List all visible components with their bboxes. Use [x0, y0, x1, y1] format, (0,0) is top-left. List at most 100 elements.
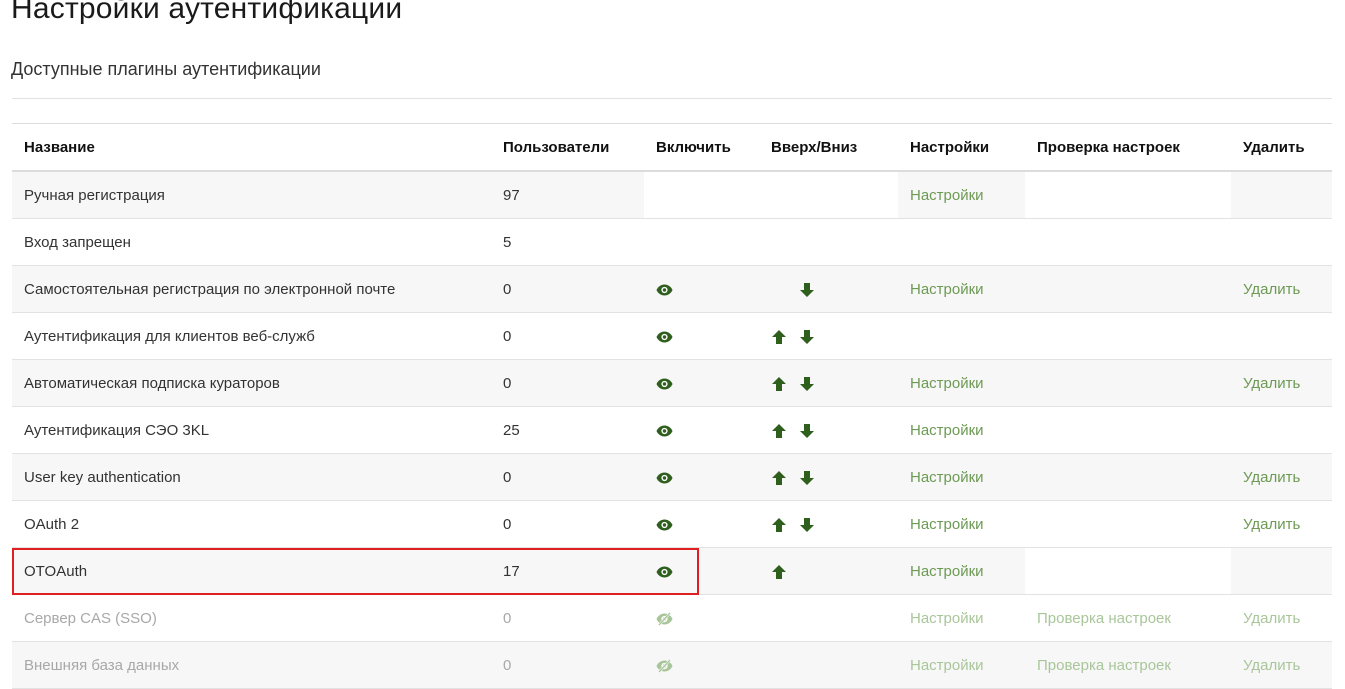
plugin-name: Сервер CAS (SSO) — [12, 594, 491, 642]
updown-cell — [759, 265, 898, 313]
arrow-up-icon[interactable] — [771, 515, 793, 532]
settings-link[interactable]: Настройки — [910, 469, 984, 486]
eye-icon[interactable] — [656, 469, 673, 486]
user-count: 0 — [491, 312, 644, 360]
settings-link[interactable]: Настройки — [910, 187, 984, 204]
delete-link[interactable]: Удалить — [1243, 281, 1300, 298]
table-row: OAuth 2 0 Настройки Удалить — [12, 500, 1332, 548]
enable-cell — [644, 218, 759, 266]
table-row: Внешняя база данных 0 Настройки Проверка на… — [12, 641, 1332, 689]
test-settings-link[interactable]: Проверка настроек — [1037, 657, 1171, 674]
page-title: Настройки аутентификации — [11, 0, 403, 25]
eye-slash-icon[interactable] — [656, 610, 673, 627]
delete-cell: Удалить — [1231, 594, 1332, 642]
arrow-down-icon[interactable] — [799, 374, 821, 391]
arrow-up-icon[interactable] — [771, 562, 793, 579]
updown-cell — [759, 594, 898, 642]
arrow-up-icon[interactable] — [771, 374, 793, 391]
arrow-down-icon[interactable] — [799, 468, 821, 485]
eye-icon[interactable] — [656, 281, 673, 298]
table-row: Аутентификация СЭО 3KL 25 Настройки — [12, 406, 1332, 454]
eye-icon[interactable] — [656, 516, 673, 533]
test-settings-cell — [1025, 265, 1231, 313]
settings-cell: Настройки — [898, 547, 1025, 595]
settings-link[interactable]: Настройки — [910, 610, 984, 627]
delete-link[interactable]: Удалить — [1243, 469, 1300, 486]
settings-cell: Настройки — [898, 406, 1025, 454]
enable-cell — [644, 547, 759, 595]
delete-link[interactable]: Удалить — [1243, 516, 1300, 533]
plugin-name: Аутентификация для клиентов веб-служб — [12, 312, 491, 360]
user-count: 17 — [491, 547, 644, 595]
eye-icon[interactable] — [656, 422, 673, 439]
test-settings-cell — [1025, 406, 1231, 454]
settings-link[interactable]: Настройки — [910, 516, 984, 533]
delete-cell: Удалить — [1231, 453, 1332, 501]
settings-cell: Настройки — [898, 453, 1025, 501]
test-settings-link[interactable]: Проверка настроек — [1037, 610, 1171, 627]
arrow-down-icon[interactable] — [799, 280, 821, 297]
header-enable: Включить — [644, 123, 759, 172]
table-row: Аутентификация для клиентов веб-служб 0 — [12, 312, 1332, 360]
updown-cell — [759, 218, 898, 266]
arrow-down-icon[interactable] — [799, 421, 821, 438]
table-header-row: Название Пользователи Включить Вверх/Вни… — [12, 123, 1332, 172]
delete-link[interactable]: Удалить — [1243, 657, 1300, 674]
user-count: 0 — [491, 594, 644, 642]
test-settings-cell — [1025, 359, 1231, 407]
settings-cell: Настройки — [898, 641, 1025, 689]
arrow-down-icon[interactable] — [799, 327, 821, 344]
settings-link[interactable]: Настройки — [910, 281, 984, 298]
delete-cell: Удалить — [1231, 641, 1332, 689]
table-row: Самостоятельная регистрация по электронн… — [12, 265, 1332, 313]
test-settings-cell — [1025, 171, 1231, 219]
plugin-name: Вход запрещен — [12, 218, 491, 266]
delete-cell — [1231, 312, 1332, 360]
settings-link[interactable]: Настройки — [910, 657, 984, 674]
updown-cell — [759, 359, 898, 407]
test-settings-cell — [1025, 547, 1231, 595]
plugin-name: Ручная регистрация — [12, 171, 491, 219]
updown-cell — [759, 547, 898, 595]
eye-icon[interactable] — [656, 328, 673, 345]
eye-icon[interactable] — [656, 375, 673, 392]
enable-cell — [644, 500, 759, 548]
enable-cell — [644, 359, 759, 407]
section-divider — [12, 98, 1332, 99]
header-settings: Настройки — [898, 123, 1025, 172]
delete-link[interactable]: Удалить — [1243, 610, 1300, 627]
plugin-name: User key authentication — [12, 453, 491, 501]
test-settings-cell — [1025, 500, 1231, 548]
user-count: 0 — [491, 500, 644, 548]
header-updown: Вверх/Вниз — [759, 123, 898, 172]
eye-icon[interactable] — [656, 563, 673, 580]
settings-link[interactable]: Настройки — [910, 422, 984, 439]
settings-link[interactable]: Настройки — [910, 563, 984, 580]
table-row: OTOAuth 17 Настройки — [12, 547, 1332, 595]
arrow-up-icon[interactable] — [771, 468, 793, 485]
user-count: 0 — [491, 453, 644, 501]
test-settings-cell — [1025, 453, 1231, 501]
delete-link[interactable]: Удалить — [1243, 375, 1300, 392]
header-users: Пользователи — [491, 123, 644, 172]
table-row: Сервер CAS (SSO) 0 Настройки Проверка настр… — [12, 594, 1332, 642]
settings-cell: Настройки — [898, 265, 1025, 313]
plugin-name: Внешняя база данных — [12, 641, 491, 689]
arrow-up-icon[interactable] — [771, 327, 793, 344]
eye-slash-icon[interactable] — [656, 657, 673, 674]
table-row: User key authentication 0 Настройки Удалить — [12, 453, 1332, 501]
plugin-name: Автоматическая подписка кураторов — [12, 359, 491, 407]
auth-settings-page: Настройки аутентификации Доступные плаги… — [0, 0, 1345, 689]
delete-cell: Удалить — [1231, 359, 1332, 407]
header-test: Проверка настроек — [1025, 123, 1231, 172]
user-count: 97 — [491, 171, 644, 219]
delete-cell — [1231, 171, 1332, 219]
enable-cell — [644, 594, 759, 642]
settings-link[interactable]: Настройки — [910, 375, 984, 392]
arrow-up-icon[interactable] — [771, 421, 793, 438]
arrow-down-icon[interactable] — [799, 515, 821, 532]
enable-cell — [644, 453, 759, 501]
enable-cell — [644, 312, 759, 360]
updown-cell — [759, 500, 898, 548]
header-delete: Удалить — [1231, 123, 1332, 172]
